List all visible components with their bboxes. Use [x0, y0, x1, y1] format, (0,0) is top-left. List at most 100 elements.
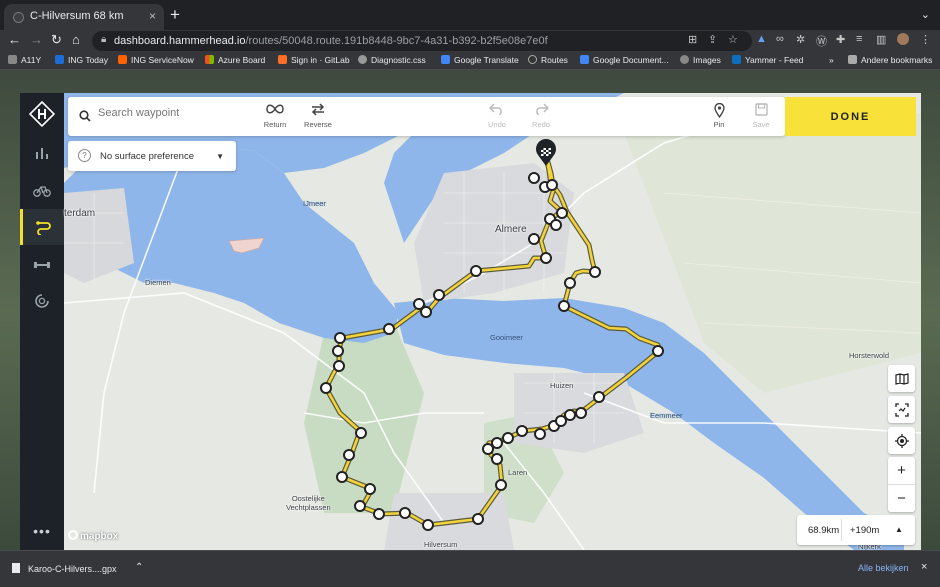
favicon-icon: [13, 12, 24, 23]
reverse-button[interactable]: Reverse: [296, 103, 340, 129]
back-icon[interactable]: ←: [8, 32, 21, 47]
map-label-horsterwold: Horsterwold: [849, 351, 890, 360]
locate-me-button[interactable]: [888, 427, 915, 454]
bookmark-yammer[interactable]: Yammer - Feed: [732, 55, 803, 65]
dropdown-caret-icon: ▼: [216, 152, 224, 161]
url-domain: dashboard.hammerhead.io: [114, 35, 246, 47]
bookmarks-overflow-icon[interactable]: »: [829, 55, 834, 65]
bookmark-a11y[interactable]: A11Y: [8, 55, 41, 65]
mapbox-attribution[interactable]: mapbox: [68, 530, 118, 542]
bookmark-routes[interactable]: Routes: [528, 55, 568, 65]
map-label-amsterdam: terdam: [64, 208, 96, 219]
pin-icon: [697, 102, 741, 120]
extension-w-icon[interactable]: Ⓦ: [816, 33, 827, 49]
save-button[interactable]: Save: [739, 103, 783, 129]
map-label-diemen: Diemen: [145, 278, 171, 287]
bookmark-diagnostic-css[interactable]: Diagnostic.css: [358, 55, 426, 65]
extension-glasses-icon[interactable]: ∞: [776, 33, 784, 45]
map-label-almere: Almere: [495, 224, 527, 235]
bookmark-gitlab[interactable]: Sign in · GitLab: [278, 55, 350, 65]
map-label-hilversum: Hilversum: [424, 540, 458, 549]
surface-preference-select[interactable]: ? No surface preference ▼: [68, 141, 236, 171]
other-bookmarks-folder[interactable]: Andere bookmarks: [848, 55, 932, 65]
route-planner-app: ••• IJmeer terdam Almere Diemen Gooimeer…: [20, 93, 921, 550]
stats-expand-icon[interactable]: ▲: [895, 525, 903, 534]
extension-a-icon[interactable]: ▲: [756, 33, 767, 45]
tab-search-icon[interactable]: ⌄: [921, 8, 930, 21]
map-label-huizen: Huizen: [550, 381, 574, 390]
bookmark-ing-today[interactable]: ING Today: [55, 55, 108, 65]
app-sidebar: •••: [20, 93, 64, 550]
route-stats[interactable]: 68.9km +190m ▲: [797, 515, 915, 545]
reverse-arrows-icon: [296, 103, 340, 120]
share-icon[interactable]: ⇪: [708, 33, 717, 46]
extensions-puzzle-icon[interactable]: ✚: [836, 33, 845, 46]
home-icon[interactable]: ⌂: [72, 32, 80, 47]
zoom-controls: + −: [888, 457, 915, 512]
reading-list-icon[interactable]: ≡: [856, 33, 862, 45]
undo-icon: [475, 103, 519, 120]
show-all-downloads-link[interactable]: Alle bekijken: [858, 563, 909, 573]
done-button[interactable]: DONE: [785, 97, 916, 136]
omnibox[interactable]: 🔒︎ dashboard.hammerhead.io/routes/50048.…: [92, 31, 752, 51]
bookmark-ing-servicenow[interactable]: ING ServiceNow: [118, 55, 194, 65]
download-item[interactable]: Karoo-C-Hilvers....gpx: [12, 563, 117, 574]
sidebar-analytics-icon[interactable]: [20, 135, 64, 171]
close-tab-icon[interactable]: ×: [149, 9, 156, 23]
return-loop-icon: [253, 103, 297, 120]
zoom-in-button[interactable]: +: [888, 457, 915, 484]
route-toolbar: Return Reverse Undo Redo Pin Save: [68, 97, 785, 136]
download-menu-icon[interactable]: ⌃: [135, 562, 143, 573]
extension-gear-icon[interactable]: ✲: [796, 33, 805, 46]
zoom-out-button[interactable]: −: [888, 485, 915, 512]
map-label-vechtplassen: Oostelijke Vechtplassen: [286, 494, 331, 512]
lock-icon[interactable]: 🔒︎: [101, 34, 106, 45]
pin-button[interactable]: Pin: [697, 102, 741, 129]
sidebar-more-icon[interactable]: •••: [20, 513, 64, 549]
map-style-button[interactable]: [888, 365, 915, 392]
mapbox-logo-icon: [68, 530, 78, 540]
search-waypoint-input[interactable]: [98, 107, 248, 119]
fit-bounds-icon: [894, 402, 909, 417]
map-label-gooimeer: Gooimeer: [490, 333, 523, 342]
redo-icon: [519, 103, 563, 120]
return-button[interactable]: Return: [253, 103, 297, 129]
reload-icon[interactable]: ↻: [51, 32, 62, 48]
side-panel-icon[interactable]: ▥: [876, 33, 886, 46]
sidebar-progress-icon[interactable]: [20, 283, 64, 319]
browser-tab[interactable]: C-Hilversum 68 km ×: [4, 4, 164, 30]
map-label-ijmeer: IJmeer: [303, 199, 326, 208]
bookmark-google-document[interactable]: Google Document...: [580, 55, 669, 65]
redo-button[interactable]: Redo: [519, 103, 563, 129]
save-disk-icon: [739, 103, 783, 120]
undo-button[interactable]: Undo: [475, 103, 519, 129]
search-icon: [79, 110, 91, 122]
bookmark-images[interactable]: Images: [680, 55, 721, 65]
profile-avatar[interactable]: [897, 33, 909, 45]
route-elevation: +190m: [850, 525, 880, 536]
close-download-bar-icon[interactable]: ×: [921, 561, 927, 573]
install-app-icon[interactable]: ⊞: [688, 33, 697, 46]
bookmark-star-icon[interactable]: ☆: [728, 33, 738, 46]
address-bar-row: ← → ↻ ⌂ 🔒︎ dashboard.hammerhead.io/route…: [0, 30, 940, 52]
sidebar-workouts-icon[interactable]: [20, 247, 64, 283]
sidebar-rides-icon[interactable]: [20, 173, 64, 209]
bookmark-azure-board[interactable]: Azure Board: [205, 55, 265, 65]
sidebar-routes-icon[interactable]: [20, 209, 64, 245]
route-distance: 68.9km: [808, 525, 840, 536]
browser-tab-bar: C-Hilversum 68 km × + ⌄: [0, 0, 940, 30]
hammerhead-logo-icon[interactable]: [29, 101, 55, 127]
surface-preference-value: No surface preference: [100, 151, 194, 162]
help-icon[interactable]: ?: [78, 149, 91, 162]
map-style-icon: [894, 372, 909, 385]
download-bar: Karoo-C-Hilvers....gpx ⌃ Alle bekijken ×: [0, 550, 940, 587]
new-tab-button[interactable]: +: [170, 5, 180, 25]
forward-icon[interactable]: →: [30, 32, 43, 47]
locate-icon: [894, 433, 909, 448]
fit-route-button[interactable]: [888, 396, 915, 423]
bookmark-google-translate[interactable]: Google Translate: [441, 55, 519, 65]
stats-divider: [841, 519, 842, 541]
chrome-menu-icon[interactable]: ⋮: [920, 33, 931, 46]
tab-title: C-Hilversum 68 km: [30, 10, 124, 22]
url-path: /routes/50048.route.191b8448-9bc7-4a31-b…: [245, 35, 548, 47]
